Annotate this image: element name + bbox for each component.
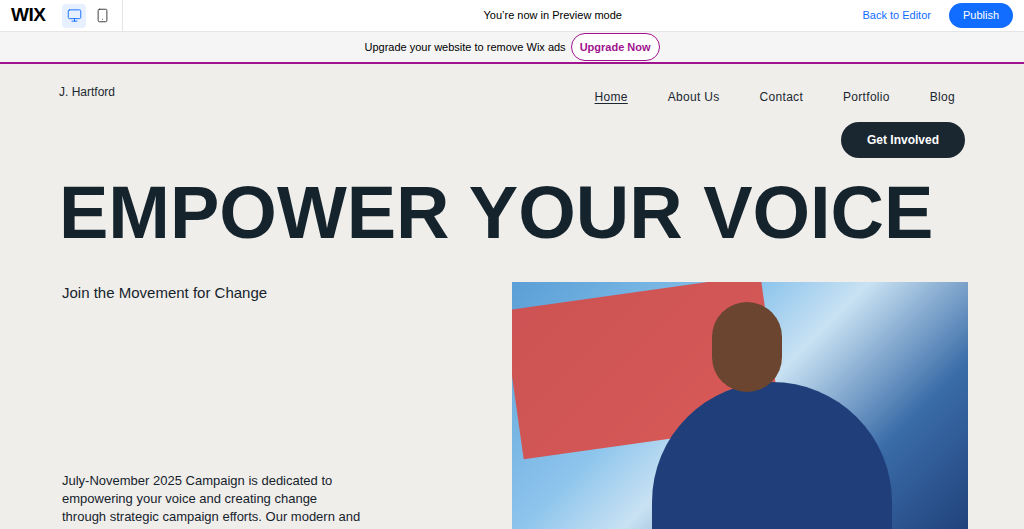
desktop-icon (67, 8, 82, 23)
upgrade-button[interactable]: Upgrade Now (571, 33, 660, 62)
headline: EMPOWER YOUR VOICE (59, 176, 965, 250)
nav-item[interactable]: Home (595, 88, 628, 106)
publish-button[interactable]: Publish (949, 3, 1013, 28)
mobile-view-button[interactable] (90, 4, 114, 28)
mobile-icon (95, 8, 110, 23)
site-logo[interactable]: J. Hartford (59, 83, 115, 101)
hero-photo (512, 282, 968, 529)
get-involved-button[interactable]: Get Involved (841, 122, 965, 158)
wix-logo: WIX (0, 1, 58, 30)
subtitle: Join the Movement for Change (59, 282, 512, 305)
ad-bar: Upgrade your website to remove Wix ads Up… (0, 32, 1024, 64)
nav-item[interactable]: Blog (930, 88, 955, 106)
site: J. Hartford Home About Us Contact Portfolio B… (0, 64, 1024, 529)
back-to-editor-link[interactable]: Back to Editor (862, 7, 930, 24)
nav-item[interactable]: Portfolio (843, 88, 890, 106)
desktop-view-button[interactable] (62, 4, 86, 28)
wix-preview-bar: WIX You’re now in Preview modeBack to Edi… (0, 0, 1024, 32)
page: WIX You’re now in Preview modeBack to Edi… (0, 0, 1024, 529)
ad-text: Upgrade your website to remove Wix ads (364, 39, 565, 56)
site-nav: Home About Us Contact Portfolio Blog (595, 83, 965, 106)
nav-item[interactable]: About Us (668, 88, 720, 106)
hero: Join the Movement for Change July-Novembe… (59, 282, 965, 529)
nav-item[interactable]: Contact (760, 88, 803, 106)
campaign-paragraph: July-November 2025 Campaign is dedicated… (59, 472, 512, 526)
site-header: J. Hartford Home About Us Contact Portfolio B… (59, 64, 965, 106)
preview-status: You’re now in Preview mode (123, 7, 862, 24)
